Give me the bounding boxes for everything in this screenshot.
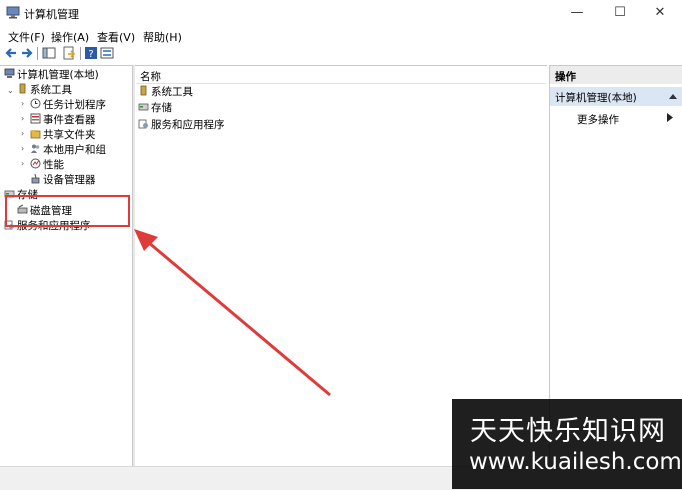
list-item-storage[interactable]: 存储 — [138, 101, 172, 116]
tree-item-local-users[interactable]: 本地用户和组 — [30, 143, 106, 158]
svg-text:?: ? — [88, 49, 93, 60]
clock-icon — [30, 98, 41, 109]
tree-root[interactable]: 计算机管理(本地) — [4, 68, 99, 83]
storage-icon — [138, 103, 149, 111]
forward-arrow-icon[interactable] — [20, 46, 34, 60]
submenu-arrow-icon — [667, 113, 673, 122]
list-item-system-tools[interactable]: 系统工具 — [138, 85, 193, 100]
annotation-arrow — [134, 229, 331, 397]
back-arrow-icon[interactable] — [4, 46, 18, 60]
minimize-button[interactable]: — — [559, 0, 595, 26]
users-icon — [31, 144, 40, 153]
help-icon[interactable]: ? — [84, 46, 98, 60]
shared-folder-icon — [30, 130, 41, 139]
window-title: 计算机管理 — [24, 8, 79, 21]
column-header-name: 名称 — [140, 71, 161, 83]
toolbar-separator — [37, 47, 38, 60]
actions-group-label: 计算机管理(本地) — [555, 92, 637, 104]
console-view-icon[interactable] — [100, 46, 114, 60]
actions-header-label: 操作 — [555, 71, 576, 83]
tree-item-label: 任务计划程序 — [43, 99, 106, 111]
list-item-label: 存储 — [151, 102, 172, 114]
tree-item-label: 共享文件夹 — [43, 129, 96, 141]
list-item-services[interactable]: 服务和应用程序 — [138, 118, 225, 133]
tree-root-label: 计算机管理(本地) — [17, 69, 99, 81]
computer-management-icon — [4, 68, 15, 78]
more-actions-link[interactable]: 更多操作 — [577, 112, 619, 127]
device-manager-icon — [31, 173, 40, 184]
arrow-shaft — [141, 235, 331, 397]
chevron-right-icon[interactable]: › — [21, 144, 24, 153]
collapse-up-icon[interactable] — [669, 93, 677, 99]
navigation-tree: 计算机管理(本地) ⌄ 系统工具 › 任务计划程序 › 事件查看器 › 共享文件… — [0, 65, 133, 467]
chevron-right-icon[interactable]: › — [21, 99, 24, 108]
watermark-url: www.kuailesh.com — [469, 449, 682, 475]
menu-help[interactable]: 帮助(H) — [143, 29, 182, 45]
tree-item-shared-folders[interactable]: 共享文件夹 — [30, 128, 96, 143]
menu-bar: 文件(F) 操作(A) 查看(V) 帮助(H) — [0, 26, 682, 44]
watermark: 天天快乐知识网 www.kuailesh.com — [452, 399, 682, 489]
menu-view[interactable]: 查看(V) — [97, 29, 135, 45]
tools-icon — [19, 83, 26, 94]
export-list-icon[interactable] — [62, 46, 76, 60]
tree-item-label: 本地用户和组 — [43, 144, 106, 156]
list-item-label: 服务和应用程序 — [151, 119, 225, 131]
close-button[interactable]: ✕ — [642, 0, 678, 26]
chevron-right-icon[interactable]: › — [21, 159, 24, 168]
watermark-title: 天天快乐知识网 — [470, 416, 666, 447]
tree-item-label: 设备管理器 — [43, 174, 96, 186]
list-item-label: 系统工具 — [151, 86, 193, 98]
actions-header: 操作 — [550, 66, 682, 84]
chevron-right-icon[interactable]: › — [21, 114, 24, 123]
menu-file[interactable]: 文件(F) — [8, 29, 45, 45]
toolbar: ? — [0, 44, 682, 64]
event-log-icon — [30, 113, 41, 124]
tools-icon — [140, 85, 147, 96]
menu-action[interactable]: 操作(A) — [51, 29, 89, 45]
tree-item-task-scheduler[interactable]: 任务计划程序 — [30, 98, 106, 113]
tree-item-label: 性能 — [43, 159, 64, 171]
toolbar-separator — [80, 47, 81, 60]
actions-group[interactable]: 计算机管理(本地) — [550, 87, 682, 106]
show-hide-tree-icon[interactable] — [42, 46, 56, 60]
title-bar: 计算机管理 — ☐ ✕ — [0, 0, 682, 26]
tree-item-device-manager[interactable]: 设备管理器 — [30, 173, 96, 188]
services-icon — [138, 119, 148, 129]
tree-system-tools-label: 系统工具 — [30, 84, 72, 96]
maximize-button[interactable]: ☐ — [602, 0, 638, 26]
tree-item-label: 事件查看器 — [43, 114, 96, 126]
tree-system-tools[interactable]: 系统工具 — [17, 83, 72, 98]
chevron-right-icon[interactable]: › — [21, 129, 24, 138]
tree-item-performance[interactable]: 性能 — [30, 158, 64, 173]
column-header[interactable]: 名称 — [136, 67, 546, 84]
chevron-down-icon[interactable]: ⌄ — [7, 86, 14, 95]
performance-icon — [30, 158, 41, 169]
computer-management-icon — [6, 6, 20, 19]
tree-item-event-viewer[interactable]: 事件查看器 — [30, 113, 96, 128]
highlight-box — [5, 195, 130, 227]
